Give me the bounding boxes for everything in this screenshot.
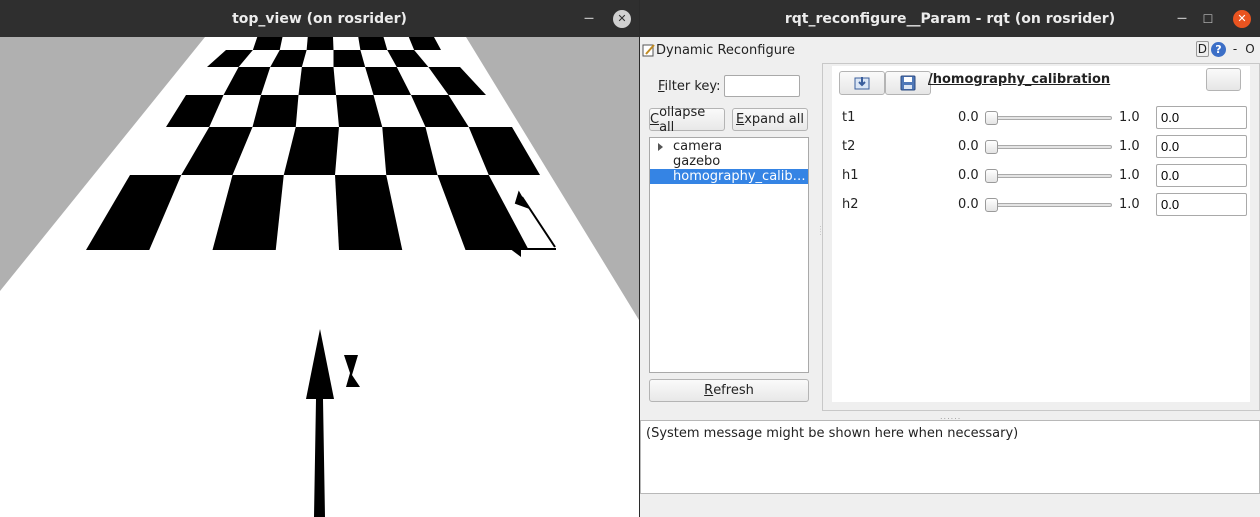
param-slider[interactable] bbox=[985, 198, 1112, 212]
node-params-area: /homography_calibration t1 0.0 1.0 t2 0.… bbox=[832, 66, 1250, 402]
rqt-window: rqt_reconfigure__Param - rqt (on rosride… bbox=[640, 0, 1260, 517]
param-name: t2 bbox=[842, 139, 856, 154]
rqt-close-button[interactable]: ✕ bbox=[1231, 0, 1253, 37]
param-row-h1: h1 0.0 1.0 bbox=[832, 164, 1250, 188]
plugin-title: Dynamic Reconfigure bbox=[656, 42, 795, 58]
tree-item-label: homography_calibration bbox=[673, 169, 808, 184]
filter-key-input[interactable] bbox=[724, 75, 800, 97]
plugin-minimize-button[interactable]: - bbox=[1228, 41, 1242, 57]
load-icon bbox=[854, 77, 870, 90]
maximize-icon: ☐ bbox=[1202, 11, 1214, 26]
filter-key-label: Filter key: bbox=[658, 79, 721, 94]
param-row-t2: t2 0.0 1.0 bbox=[832, 135, 1250, 159]
param-value-input[interactable] bbox=[1156, 164, 1247, 187]
camera-view bbox=[0, 37, 639, 517]
param-row-h2: h2 0.0 1.0 bbox=[832, 193, 1250, 217]
param-max: 1.0 bbox=[1119, 168, 1140, 183]
close-icon: ✕ bbox=[613, 9, 631, 28]
expand-all-mnemonic: E bbox=[736, 112, 745, 127]
edit-pencil-icon bbox=[642, 44, 655, 57]
minimize-button[interactable]: — bbox=[580, 0, 598, 37]
close-node-button[interactable] bbox=[1206, 68, 1241, 91]
top-view-window: top_view (on rosrider) — ✕ bbox=[0, 0, 639, 517]
param-min: 0.0 bbox=[958, 139, 979, 154]
param-slider[interactable] bbox=[985, 169, 1112, 183]
minimize-icon: — bbox=[1177, 13, 1187, 24]
checker-square bbox=[252, 37, 283, 50]
param-min: 0.0 bbox=[958, 197, 979, 212]
param-value-input[interactable] bbox=[1156, 135, 1247, 158]
top-view-title: top_view (on rosrider) bbox=[232, 10, 407, 27]
tree-item-camera[interactable]: camera bbox=[650, 139, 808, 154]
close-button[interactable]: ✕ bbox=[612, 0, 632, 37]
param-slider[interactable] bbox=[985, 111, 1112, 125]
refresh-mnemonic: R bbox=[704, 383, 714, 398]
param-row-t1: t1 0.0 1.0 bbox=[832, 106, 1250, 130]
param-name: h2 bbox=[842, 197, 859, 212]
collapse-all-button[interactable]: Collapse all bbox=[649, 105, 725, 135]
collapse-all-mnemonic: C bbox=[650, 112, 660, 127]
plugin-header: Dynamic Reconfigure D ? - O bbox=[640, 37, 1260, 63]
slider-handle[interactable] bbox=[985, 198, 998, 212]
refresh-button[interactable]: Refresh bbox=[649, 379, 809, 402]
checker-square bbox=[298, 67, 336, 95]
tree-item-gazebo[interactable]: gazebo bbox=[650, 154, 808, 169]
camera-scene bbox=[0, 37, 639, 517]
node-title: /homography_calibration bbox=[928, 72, 1111, 87]
checker-square bbox=[306, 37, 334, 50]
checker-square bbox=[358, 37, 388, 50]
help-icon: ? bbox=[1211, 41, 1226, 57]
slider-handle[interactable] bbox=[985, 169, 998, 183]
param-max: 1.0 bbox=[1119, 139, 1140, 154]
plugin-d-button[interactable]: D bbox=[1195, 41, 1209, 57]
save-icon bbox=[900, 75, 916, 91]
param-name: h1 bbox=[842, 168, 859, 183]
node-tree[interactable]: camera gazebo homography_calibration bbox=[649, 137, 809, 373]
param-name: t1 bbox=[842, 110, 856, 125]
minimize-icon: — bbox=[584, 13, 594, 24]
refresh-label: efresh bbox=[713, 383, 754, 398]
rqt-titlebar[interactable]: rqt_reconfigure__Param - rqt (on rosride… bbox=[640, 0, 1260, 37]
slider-handle[interactable] bbox=[985, 140, 998, 154]
param-min: 0.0 bbox=[958, 168, 979, 183]
filter-key-label-text: ilter key: bbox=[664, 79, 721, 94]
param-value-input[interactable] bbox=[1156, 106, 1247, 129]
save-button[interactable] bbox=[885, 71, 931, 95]
slider-handle[interactable] bbox=[985, 111, 998, 125]
system-message: (System message might be shown here when… bbox=[646, 426, 1019, 441]
checker-square bbox=[333, 50, 366, 67]
tree-item-homography-calibration[interactable]: homography_calibration bbox=[650, 169, 808, 184]
system-message-box: (System message might be shown here when… bbox=[640, 420, 1260, 494]
close-icon: ✕ bbox=[1233, 9, 1251, 28]
expand-arrow-icon[interactable] bbox=[658, 143, 663, 151]
load-button[interactable] bbox=[839, 71, 885, 95]
param-slider[interactable] bbox=[985, 140, 1112, 154]
param-max: 1.0 bbox=[1119, 110, 1140, 125]
node-panel: /homography_calibration t1 0.0 1.0 t2 0.… bbox=[822, 63, 1260, 411]
plugin-toolbar: D ? - O bbox=[1195, 41, 1256, 57]
help-button[interactable]: ? bbox=[1211, 41, 1226, 57]
rqt-minimize-button[interactable]: — bbox=[1173, 0, 1191, 37]
param-max: 1.0 bbox=[1119, 197, 1140, 212]
rqt-title: rqt_reconfigure__Param - rqt (on rosride… bbox=[784, 10, 1116, 27]
top-view-titlebar[interactable]: top_view (on rosrider) — ✕ bbox=[0, 0, 639, 37]
plugin-close-button[interactable]: O bbox=[1244, 41, 1256, 57]
rqt-maximize-button[interactable]: ☐ bbox=[1199, 0, 1217, 37]
param-value-input[interactable] bbox=[1156, 193, 1247, 216]
tree-item-label: camera bbox=[673, 139, 723, 154]
expand-all-button[interactable]: Expand all bbox=[732, 108, 808, 131]
expand-all-label: xpand all bbox=[744, 112, 804, 127]
param-min: 0.0 bbox=[958, 110, 979, 125]
tree-item-label: gazebo bbox=[673, 154, 721, 169]
collapse-all-label: ollapse all bbox=[659, 104, 706, 135]
